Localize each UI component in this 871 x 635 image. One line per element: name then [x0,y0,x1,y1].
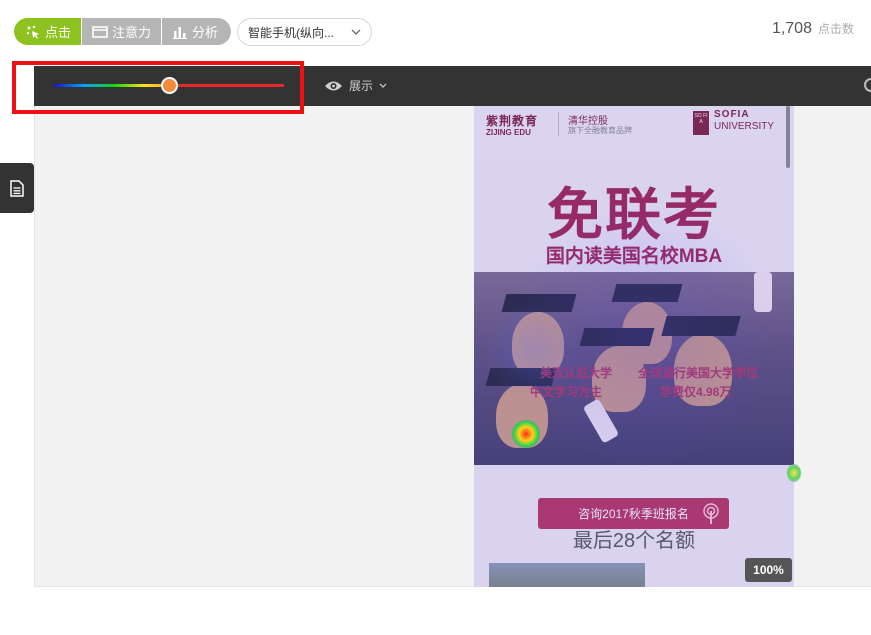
click-count: 1,708 点击数 [772,20,854,38]
caption-left-1: 美双认证大学 [540,366,613,380]
caption-right-1: 全球通行美国大学学位 [638,366,759,380]
side-panel-toggle[interactable] [0,163,34,213]
graduates-photo: 美双认证大学 中文学习为主 全球通行美国大学学位 学费仅4.98万 [474,272,794,465]
display-label: 展示 [349,79,374,93]
caption-left-2: 中文学习为主 [530,385,603,399]
document-icon [10,179,24,197]
register-button-label: 咨询2017秋季班报名 [578,507,689,521]
highlight-box [12,61,304,114]
mode-analysis-button[interactable]: 分析 [162,18,232,45]
click-count-value: 1,708 [771,20,812,37]
brand-sofia-sub: UNIVERSITY [714,121,775,132]
caption-right-2: 学费仅4.98万 [660,385,732,399]
window-icon [92,25,108,38]
diploma [754,272,772,312]
zoom-level-badge[interactable]: 100% [745,558,792,582]
graduation-cap [611,284,683,302]
mode-switch: 点击 注意力 分析 [14,18,232,45]
display-dropdown[interactable]: 展示 [324,77,387,94]
preview-scrollbar[interactable] [786,106,790,168]
chevron-down-icon [351,29,361,35]
mode-click-label: 点击 [45,25,72,40]
mode-click-button[interactable]: 点击 [14,18,83,45]
hero-subtitle: 国内读美国名校MBA [545,246,723,267]
tap-icon [703,503,719,524]
chevron-down-icon [379,83,387,88]
sofia-logo-mark: SO FI A [693,111,709,135]
click-count-label: 点击数 [817,22,854,36]
brand-zijing: 紫荆教育 [486,114,539,128]
mode-attention-label: 注意力 [112,25,152,40]
eye-icon [325,81,342,90]
brand-tsinghua-sub: 旗下全融教育品牌 [568,126,632,135]
seats-remaining-text: 最后28个名额 [572,530,696,552]
divider [558,112,559,136]
graduation-cap [661,316,741,336]
top-toolbar: 点击 注意力 分析 智能手机(纵向... 1,708 点击数 [0,0,871,62]
brand-sofia: SOFIA [714,109,750,120]
device-select[interactable]: 智能手机(纵向... [237,18,372,46]
graduation-cap [501,294,577,312]
graduation-cap [579,328,655,346]
preview-header: 紫荆教育 ZIJING EDU 清华控股 旗下全融教育品牌 SO FI A SO… [474,106,794,164]
bar-chart-icon [173,26,188,39]
sparkle-click-icon [26,25,39,39]
page-preview[interactable]: 紫荆教育 ZIJING EDU 清华控股 旗下全融教育品牌 SO FI A SO… [474,106,794,587]
device-select-value: 智能手机(纵向... [248,25,334,40]
heat-spot [787,464,801,482]
mode-attention-button[interactable]: 注意力 [82,18,163,45]
hero-title: 免联考 [547,183,721,246]
brand-zijing-en: ZIJING EDU [486,128,531,137]
campus-photo [489,563,645,587]
info-icon[interactable] [864,78,871,92]
mode-analysis-label: 分析 [192,25,219,40]
